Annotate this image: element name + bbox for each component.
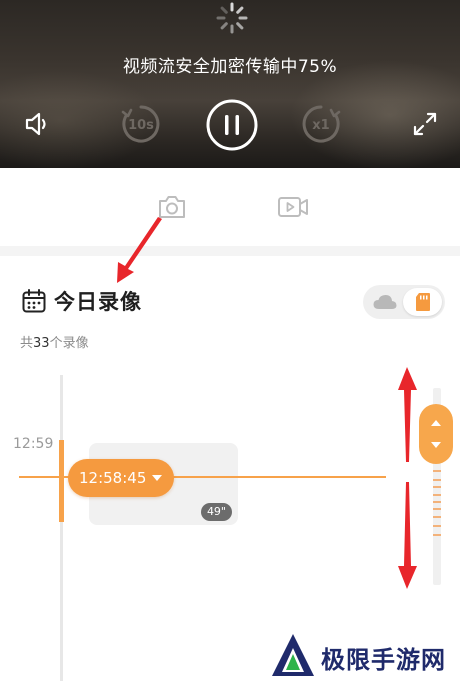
- recording-count-suffix: 个录像: [49, 336, 89, 351]
- fullscreen-button[interactable]: [410, 109, 440, 139]
- timeline-tick-label: 12:59: [13, 436, 54, 452]
- annotation-arrow-up: [398, 367, 417, 462]
- stream-status-text: 视频流安全加密传输中75%: [122, 57, 338, 77]
- watermark-logo: [272, 634, 314, 676]
- timeline-axis[interactable]: [60, 375, 63, 681]
- video-camera-icon: [278, 197, 308, 217]
- annotation-arrow-down: [398, 482, 417, 589]
- cloud-icon: [373, 295, 397, 309]
- video-player[interactable]: 视频流安全加密传输中75% 10s x1: [0, 0, 460, 168]
- section-divider: [0, 246, 460, 256]
- timeline-scroll-handle[interactable]: [419, 404, 453, 464]
- timeline-density-marks: [433, 470, 441, 560]
- calendar-icon: [22, 289, 46, 313]
- speed-label: x1: [312, 118, 329, 133]
- arrow-down-icon: [431, 442, 441, 448]
- recording-count-prefix: 共: [20, 336, 34, 351]
- arrow-up-icon: [431, 420, 441, 426]
- rewind-label: 10s: [128, 118, 154, 133]
- section-title: 今日录像: [54, 290, 142, 314]
- speaker-icon: [25, 112, 46, 136]
- snapshot-button[interactable]: [155, 190, 189, 224]
- caret-down-icon: [152, 475, 163, 481]
- playback-speed-button[interactable]: x1: [300, 103, 342, 145]
- current-time-label: 12:58:45: [79, 469, 147, 487]
- storage-source-toggle[interactable]: [363, 285, 445, 319]
- record-video-button[interactable]: [276, 190, 310, 224]
- tool-bar: [0, 168, 460, 246]
- clip-duration-badge: 49": [200, 503, 232, 521]
- pause-button[interactable]: [205, 98, 259, 152]
- volume-button[interactable]: [22, 108, 54, 140]
- pause-icon: [206, 99, 258, 151]
- fullscreen-icon: [413, 112, 437, 136]
- recording-count: 共33个录像: [20, 332, 89, 351]
- sd-card-icon: [415, 293, 430, 311]
- rewind-10s-button[interactable]: 10s: [120, 103, 162, 145]
- sd-card-option[interactable]: [403, 288, 442, 316]
- current-time-selector[interactable]: 12:58:45: [68, 459, 174, 497]
- camera-icon: [159, 196, 185, 218]
- playback-speed-icon: x1: [302, 105, 341, 143]
- cloud-storage-option[interactable]: [371, 292, 399, 312]
- watermark-text: 极限手游网: [321, 646, 446, 674]
- recording-segment-marker: [59, 440, 64, 522]
- recording-count-number: 33: [33, 336, 50, 351]
- rewind-10s-icon: 10s: [121, 105, 160, 143]
- loading-spinner-icon: [216, 2, 248, 34]
